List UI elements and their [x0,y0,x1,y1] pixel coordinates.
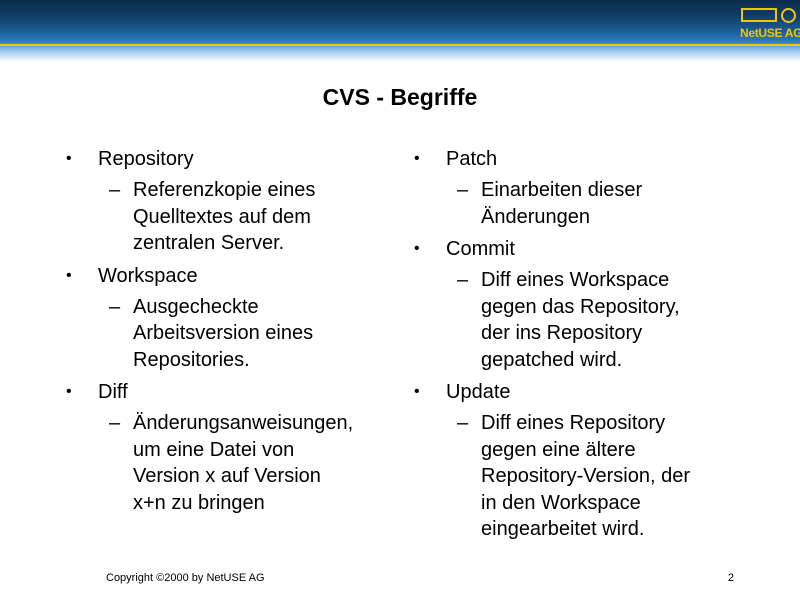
sub-line: Diff eines Repository [481,412,666,434]
logo-text: NetUSE AG [740,26,800,40]
logo-rectangle-shape [741,8,777,22]
bullet-term: Commit [446,238,515,260]
bullet-dot-icon: • [414,383,420,400]
bullet-dot-icon: • [414,150,420,167]
header-bar [0,0,800,62]
logo-circle-shape [781,8,796,23]
dash-icon: – [109,179,121,201]
bullet-term: Repository [98,148,194,170]
sub-line: um eine Datei von [133,438,295,461]
sub-item: – Änderungsanweisungen, um eine Datei von V… [66,410,396,516]
dash-icon: – [457,412,469,434]
sub-item: – Referenzkopie eines Quelltextes auf dem z… [66,177,396,257]
page-number: 2 [727,572,734,584]
sub-line: Einarbeiten dieser [481,179,643,201]
bullet-term: Diff [98,381,128,403]
dash-icon: – [109,412,121,434]
sub-line: x+n zu bringen [133,491,265,514]
dash-icon: – [109,295,121,318]
bullet-term: Patch [446,148,498,170]
sub-line: Ausgecheckte [133,295,259,318]
sub-line: Quelltextes auf dem [133,205,311,228]
sub-line: eingearbeitet wird. [481,518,645,540]
bullet-item: • Repository [66,146,396,172]
bullet-dot-icon: • [66,150,72,167]
sub-line: Repository-Version, der [481,465,690,487]
bullet-term: Workspace [98,264,198,287]
dash-icon: – [457,179,469,201]
sub-item: – Ausgecheckte Arbeitsversion eines Reposit… [66,294,396,374]
sub-item: – Einarbeiten dieser Änderungen [414,177,744,230]
sub-line: Änderungen [481,205,590,228]
sub-line: Version x auf Version [133,465,321,487]
bullet-item: • Commit [414,236,744,262]
dash-icon: – [457,269,469,291]
bullet-dot-icon: • [414,240,420,257]
sub-line: zentralen Server. [133,232,285,254]
bullet-item: • Workspace [66,263,396,289]
sub-line: gegen eine ältere [481,438,636,461]
sub-line: in den Workspace [481,491,641,514]
sub-line: gegen das Repository, [481,295,680,318]
bullet-item: • Update [414,379,744,405]
bullet-dot-icon: • [66,266,72,284]
sub-line: gepatched wird. [481,348,623,371]
header-accent-line [0,44,800,46]
sub-line: Repositories. [133,348,250,371]
sub-item: – Diff eines Repository gegen eine ältere R… [414,410,744,543]
company-logo: NetUSE AG [738,6,800,44]
sub-line: Referenzkopie eines [133,179,316,201]
right-column: • Patch – Einarbeiten dieser Änderungen • Co… [414,146,744,549]
footer-copyright: Copyright ©2000 by NetUSE AG [106,572,265,584]
sub-line: Änderungsanweisungen, [133,412,354,434]
bullet-item: • Diff [66,379,396,405]
bullet-dot-icon: • [66,383,72,400]
sub-line: Diff eines Workspace [481,269,670,291]
bullet-term: Update [446,381,511,403]
bullet-item: • Patch [414,146,744,172]
sub-item: – Diff eines Workspace gegen das Repositor… [414,267,744,373]
left-column: • Repository – Referenzkopie eines Quelltex… [66,146,396,522]
slide-title: CVS - Begriffe [322,84,478,110]
sub-line: Arbeitsversion eines [133,322,314,344]
sub-line: der ins Repository [481,322,643,344]
